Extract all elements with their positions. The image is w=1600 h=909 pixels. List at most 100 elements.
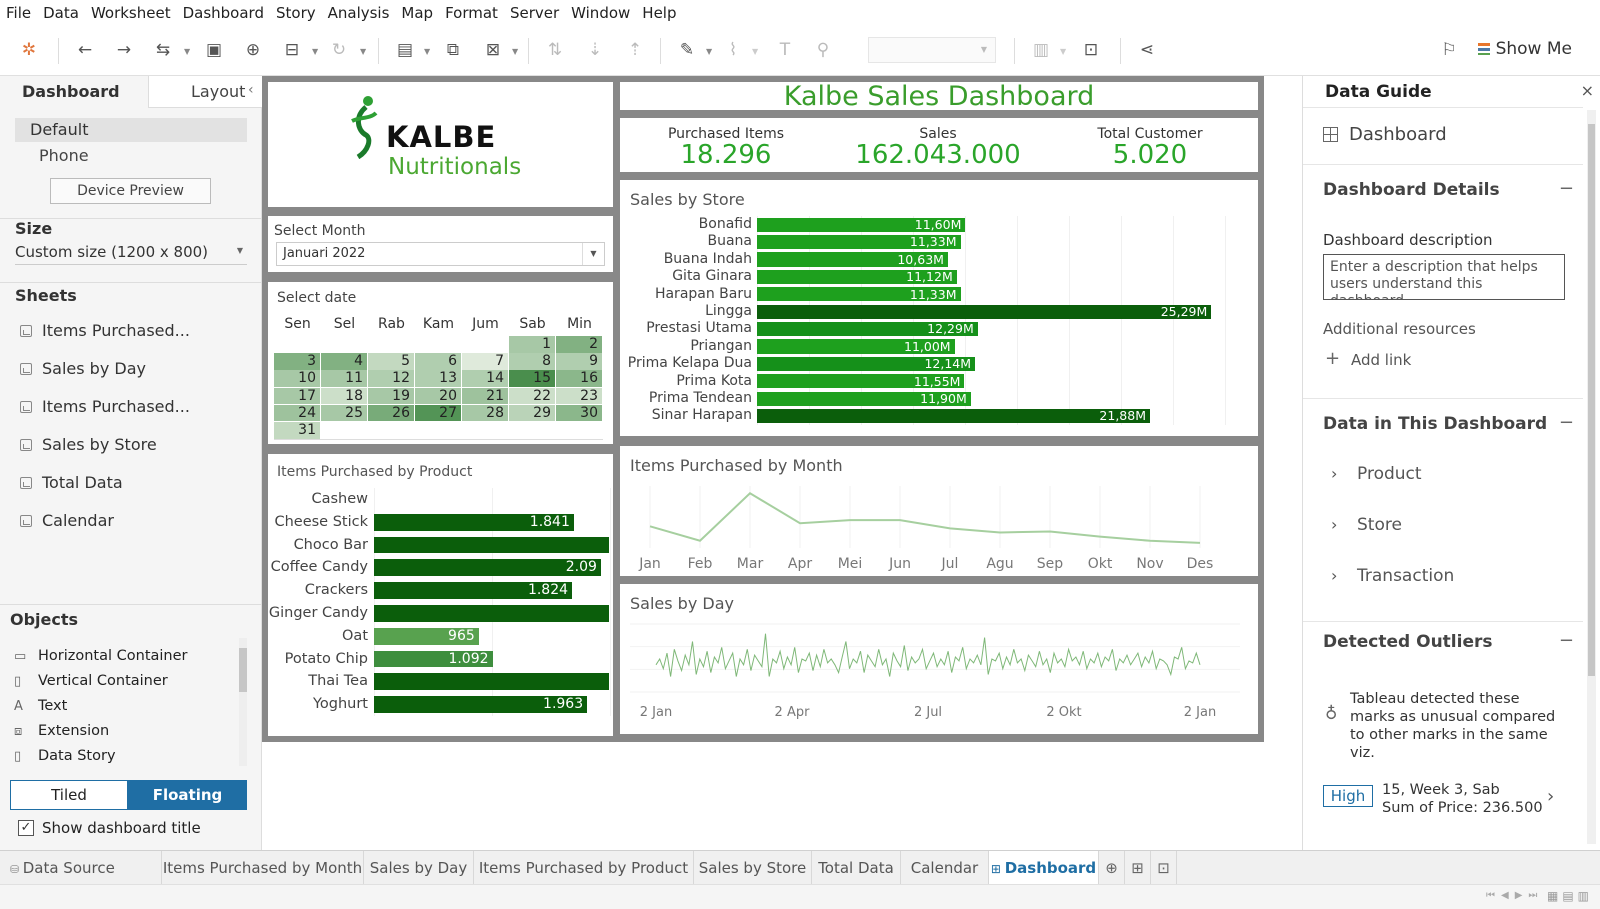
object-data-story[interactable]: ▯ Data Story bbox=[14, 748, 116, 764]
dropdown-arrow-icon[interactable]: ▼ bbox=[752, 47, 758, 56]
tab-items-purchased-by-product[interactable]: Items Purchased by Product bbox=[474, 851, 694, 885]
pause-updates-icon[interactable]: ⊟ bbox=[281, 39, 303, 61]
dropdown-arrow-icon[interactable]: ▼ bbox=[1060, 47, 1066, 56]
calendar-day[interactable]: 28 bbox=[462, 404, 508, 422]
dropdown-arrow-icon[interactable]: ▼ bbox=[360, 47, 366, 56]
tab-dashboard[interactable]: Dashboard bbox=[0, 76, 148, 108]
menu-help[interactable]: Help bbox=[642, 4, 676, 22]
sheet-item[interactable]: Items Purchased... bbox=[20, 321, 190, 340]
size-select[interactable]: Custom size (1200 x 800) ▼ bbox=[15, 243, 247, 265]
share-icon[interactable]: ⋖ bbox=[1136, 39, 1158, 61]
dropdown-arrow-icon[interactable]: ▼ bbox=[512, 47, 518, 56]
format-painter-icon[interactable]: ⚐ bbox=[1438, 39, 1460, 61]
calendar-day[interactable]: 14 bbox=[462, 370, 508, 387]
data-source-product[interactable]: Product bbox=[1357, 464, 1422, 484]
calendar-day[interactable]: 9 bbox=[556, 353, 602, 370]
tiled-button[interactable]: Tiled bbox=[10, 780, 128, 810]
menu-data[interactable]: Data bbox=[43, 4, 79, 22]
sheet-item[interactable]: Total Data bbox=[20, 473, 123, 492]
calendar-day[interactable]: 19 bbox=[368, 387, 414, 405]
calendar-day[interactable]: 2 bbox=[556, 336, 602, 353]
bar[interactable] bbox=[374, 673, 609, 691]
save-icon[interactable]: ▣ bbox=[203, 39, 225, 61]
detected-outliers-title[interactable]: Detected Outliers bbox=[1323, 632, 1493, 652]
tableau-logo-icon[interactable]: ✲ bbox=[18, 39, 40, 61]
show-mark-labels-icon[interactable]: T bbox=[774, 39, 796, 61]
calendar-day[interactable]: 26 bbox=[368, 404, 414, 422]
chevron-right-icon[interactable]: › bbox=[1331, 515, 1337, 534]
tab-sales-by-store[interactable]: Sales by Store bbox=[694, 851, 812, 885]
floating-button[interactable]: Floating bbox=[128, 780, 247, 810]
object-horizontal-container[interactable]: ▭ Horizontal Container bbox=[14, 648, 188, 664]
tab-data-source[interactable]: ⛁ Data Source bbox=[0, 851, 162, 885]
sort-ascending-icon[interactable]: ⇣ bbox=[584, 39, 606, 61]
new-worksheet-tab-icon[interactable]: ⊕ bbox=[1099, 851, 1125, 885]
view-mode-icons[interactable]: ▦▤▥ bbox=[1547, 889, 1593, 903]
sort-descending-icon[interactable]: ⇡ bbox=[624, 39, 646, 61]
chevron-right-icon[interactable]: › bbox=[1331, 464, 1337, 483]
undo-icon[interactable]: ← bbox=[74, 39, 96, 61]
tab-navigation-icons[interactable]: ⏮◀▶⏭ bbox=[1486, 890, 1543, 901]
calendar-day[interactable]: 27 bbox=[415, 404, 461, 422]
plus-icon[interactable]: + bbox=[1325, 348, 1340, 369]
new-story-tab-icon[interactable]: ⊡ bbox=[1151, 851, 1177, 885]
new-data-source-icon[interactable]: ⊕ bbox=[242, 39, 264, 61]
tab-items-purchased-by-month[interactable]: Items Purchased by Month bbox=[162, 851, 364, 885]
items-by-month-line[interactable] bbox=[649, 491, 1201, 544]
calendar-day[interactable]: 22 bbox=[509, 387, 555, 405]
calendar-day[interactable]: 6 bbox=[415, 353, 461, 370]
show-cards-icon[interactable]: ▥ bbox=[1030, 39, 1052, 61]
show-title-checkbox[interactable]: ✓ bbox=[18, 820, 34, 836]
dropdown-arrow-icon[interactable]: ▼ bbox=[424, 47, 430, 56]
calendar-day[interactable]: 8 bbox=[509, 353, 555, 370]
calendar-day[interactable]: 12 bbox=[368, 370, 414, 387]
sheet-item[interactable]: Sales by Day bbox=[20, 359, 146, 378]
dropdown-arrow-icon[interactable]: ▼ bbox=[184, 47, 190, 56]
collapse-icon[interactable]: − bbox=[1559, 178, 1574, 199]
bar[interactable] bbox=[374, 536, 609, 554]
outlier-value[interactable]: Sum of Price: 236.500 bbox=[1382, 800, 1543, 816]
object-vertical-container[interactable]: ▯ Vertical Container bbox=[14, 673, 168, 689]
object-text[interactable]: A Text bbox=[14, 698, 67, 714]
menu-dashboard[interactable]: Dashboard bbox=[183, 4, 264, 22]
dropdown-arrow-icon[interactable]: ▼ bbox=[312, 47, 318, 56]
redo-icon[interactable]: → bbox=[113, 39, 135, 61]
calendar-day[interactable]: 31 bbox=[274, 422, 320, 439]
tab-calendar[interactable]: Calendar bbox=[901, 851, 989, 885]
dashboard-details-title[interactable]: Dashboard Details bbox=[1323, 180, 1500, 200]
calendar-day[interactable]: 15 bbox=[509, 370, 555, 387]
calendar-day[interactable]: 7 bbox=[462, 353, 508, 370]
tab-sales-by-day[interactable]: Sales by Day bbox=[364, 851, 474, 885]
calendar-day[interactable]: 24 bbox=[274, 404, 320, 422]
data-source-transaction[interactable]: Transaction bbox=[1357, 566, 1454, 586]
collapse-icon[interactable]: − bbox=[1559, 412, 1574, 433]
calendar-day[interactable]: 1 bbox=[509, 336, 555, 353]
group-members-icon[interactable]: ⌇ bbox=[722, 39, 744, 61]
presentation-mode-icon[interactable]: ⊡ bbox=[1080, 39, 1102, 61]
description-textarea[interactable]: Enter a description that helps users und… bbox=[1323, 254, 1565, 300]
duplicate-sheet-icon[interactable]: ⧉ bbox=[442, 39, 464, 61]
calendar-day[interactable]: 5 bbox=[368, 353, 414, 370]
objects-scrollbar[interactable] bbox=[239, 638, 247, 766]
calendar-day[interactable]: 17 bbox=[274, 387, 320, 405]
calendar-day[interactable]: 29 bbox=[509, 404, 555, 422]
highlight-icon[interactable]: ✎ bbox=[676, 39, 698, 61]
calendar-day[interactable]: 21 bbox=[462, 387, 508, 405]
collapse-pane-icon[interactable]: ‹ bbox=[248, 82, 254, 98]
object-extension[interactable]: ⧈ Extension bbox=[14, 723, 109, 739]
chevron-right-icon[interactable]: › bbox=[1331, 566, 1337, 585]
replace-data-source-icon[interactable]: ⇆ bbox=[152, 39, 174, 61]
calendar-day[interactable]: 20 bbox=[415, 387, 461, 405]
fix-axes-icon[interactable]: ⚲ bbox=[812, 39, 834, 61]
scrollbar-thumb[interactable] bbox=[1588, 124, 1595, 676]
menu-story[interactable]: Story bbox=[276, 4, 316, 22]
collapse-icon[interactable]: − bbox=[1559, 630, 1574, 651]
device-preview-button[interactable]: Device Preview bbox=[50, 178, 211, 204]
refresh-icon[interactable]: ↻ bbox=[328, 39, 350, 61]
dropdown-arrow-icon[interactable]: ▼ bbox=[706, 47, 712, 56]
calendar-day[interactable]: 16 bbox=[556, 370, 602, 387]
sales-by-day-line[interactable] bbox=[655, 633, 1201, 677]
device-default[interactable]: Default bbox=[15, 118, 247, 142]
close-icon[interactable]: × bbox=[1581, 81, 1594, 100]
scrollbar-thumb[interactable] bbox=[239, 648, 247, 692]
